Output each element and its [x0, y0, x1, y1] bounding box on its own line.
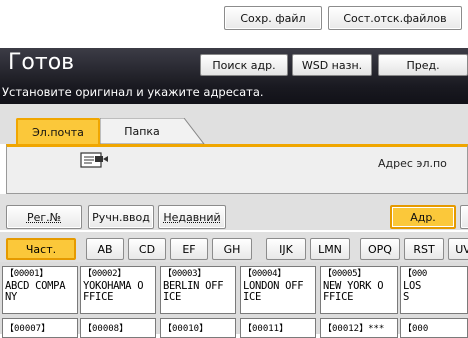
alpha-tab-uv[interactable]: UV — [448, 238, 468, 260]
tx-file-status-label: Сост.отск.файлов — [343, 11, 447, 25]
alpha-tab-label: OPQ — [368, 242, 392, 256]
entry-name-line1: LOS — [403, 279, 422, 292]
alpha-tab-label: GH — [223, 242, 241, 256]
address-book-label: Адр. — [410, 210, 436, 224]
alpha-tab-label: CD — [138, 242, 156, 256]
address-book-button[interactable]: Адр. — [390, 205, 456, 229]
address-entry[interactable]: 【00012】*** — [320, 318, 398, 338]
registration-number-label: Рег.№ — [26, 210, 62, 224]
wsd-destination-button[interactable]: WSD назн. — [292, 54, 372, 76]
address-entry[interactable]: 【00004】 LONDON OFF ICE — [240, 266, 316, 314]
address-entry[interactable]: 【00008】 — [80, 318, 156, 338]
alpha-tab-label: EF — [182, 242, 196, 256]
entry-name-line1: YOKOHAMA O — [83, 279, 144, 292]
address-entry[interactable]: 【000 — [400, 318, 468, 338]
entry-number: 【00008】 — [83, 324, 129, 334]
recent-button[interactable]: Недавний — [158, 205, 226, 229]
entry-name-line2: ICE — [243, 291, 262, 303]
address-entry[interactable]: 【00003】 BERLIN OFF ICE — [160, 266, 236, 314]
address-entry[interactable]: 【00002】 YOKOHAMA O FFICE — [80, 266, 156, 314]
alpha-tab-ijk[interactable]: IJK — [266, 238, 306, 260]
entry-name-line2: FFICE — [323, 291, 354, 303]
stored-file-button[interactable]: Сохр. файл — [224, 6, 322, 30]
manual-input-label: Ручн.ввод — [92, 210, 150, 224]
tab-folder-label: Папка — [124, 125, 160, 138]
alpha-tab-rst[interactable]: RST — [404, 238, 444, 260]
registration-number-button[interactable]: Рег.№ — [6, 205, 82, 229]
entry-number: 【00010】 — [163, 324, 209, 334]
stored-file-label: Сохр. файл — [240, 11, 306, 25]
entry-name-line2: FFICE — [83, 291, 114, 303]
previous-button[interactable]: Пред. — [378, 54, 468, 76]
recent-label: Недавний — [163, 210, 221, 224]
alpha-tab-cd[interactable]: CD — [128, 238, 166, 260]
alpha-tab-label: RST — [413, 242, 435, 256]
tab-email[interactable]: Эл.почта — [16, 118, 100, 144]
entry-name-line2: NY — [5, 291, 18, 303]
destination-address-label: Адрес эл.по — [378, 157, 447, 170]
entry-name-line2: S — [403, 291, 410, 303]
tab-email-label: Эл.почта — [32, 125, 84, 139]
address-entry[interactable]: 【00007】 — [2, 318, 78, 338]
tx-file-status-button[interactable]: Сост.отск.файлов — [328, 6, 462, 30]
alpha-tab-frequent[interactable]: Част. — [6, 238, 76, 260]
entry-name-line1: LONDON OFF — [243, 279, 304, 292]
tab-folder[interactable]: Папка — [100, 118, 208, 144]
alpha-tab-gh[interactable]: GH — [212, 238, 252, 260]
alpha-tab-label: IJK — [279, 242, 293, 256]
search-destination-button[interactable]: Поиск адр. — [200, 54, 288, 76]
alpha-tab-opq[interactable]: OPQ — [360, 238, 400, 260]
alpha-tab-label: LMN — [318, 242, 342, 256]
address-entry[interactable]: 【00005】 NEW YORK O FFICE — [320, 266, 398, 314]
previous-label: Пред. — [406, 58, 440, 72]
address-entry[interactable]: 【00001】 ABCD COMPA NY — [2, 266, 78, 314]
status-title: Готов — [8, 50, 75, 75]
entry-name-line2: ICE — [163, 291, 182, 303]
entry-name-line1: ABCD COMPA — [5, 279, 66, 292]
entry-number: 【00012】*** — [323, 324, 385, 334]
alpha-tab-label: AB — [97, 242, 113, 256]
entry-name-line1: NEW YORK O — [323, 279, 384, 292]
status-message: Установите оригинал и укажите адресата. — [2, 85, 264, 99]
entry-number: 【00011】 — [243, 324, 289, 334]
entry-number: 【00007】 — [5, 324, 51, 334]
alpha-tab-label: UV — [455, 242, 468, 256]
alpha-tab-lmn[interactable]: LMN — [310, 238, 350, 260]
entry-name-line1: BERLIN OFF — [163, 279, 224, 292]
email-address-icon — [80, 152, 108, 168]
address-book-next-button[interactable] — [460, 205, 468, 229]
address-entry[interactable]: 【000 LOS S — [400, 266, 468, 314]
address-entry[interactable]: 【00011】 — [240, 318, 316, 338]
alpha-tab-label: Част. — [25, 242, 57, 256]
manual-input-button[interactable]: Ручн.ввод — [88, 205, 154, 229]
address-entry[interactable]: 【00010】 — [160, 318, 236, 338]
alpha-tab-ab[interactable]: AB — [86, 238, 124, 260]
search-destination-label: Поиск адр. — [212, 58, 276, 72]
entry-number: 【000 — [403, 324, 429, 334]
alpha-tab-ef[interactable]: EF — [170, 238, 208, 260]
wsd-destination-label: WSD назн. — [301, 58, 363, 72]
